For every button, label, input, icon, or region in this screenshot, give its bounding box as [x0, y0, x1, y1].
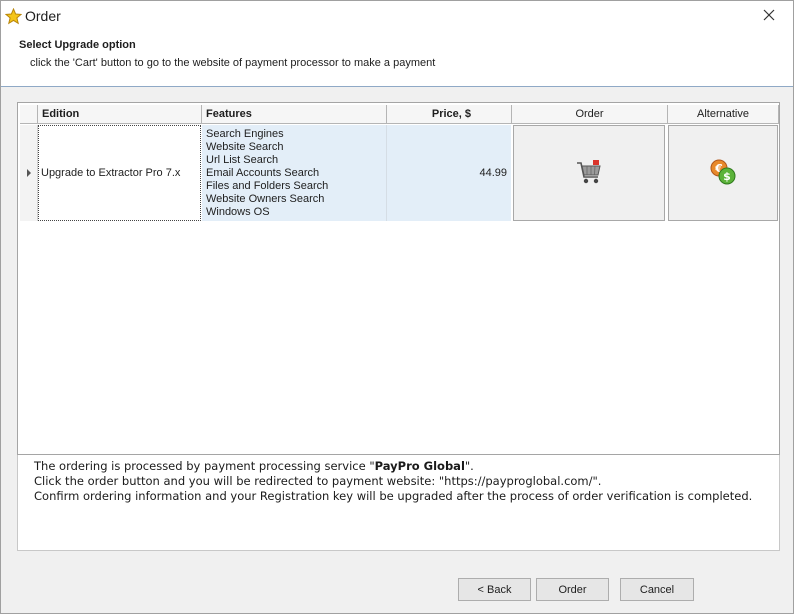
upgrade-grid[interactable]: Edition Features Price, $ Order Alternat…: [17, 102, 780, 455]
cancel-button[interactable]: Cancel: [620, 578, 694, 601]
back-button[interactable]: < Back: [458, 578, 531, 601]
order-button[interactable]: Order: [536, 578, 609, 601]
row-indicator-header: [20, 105, 38, 124]
cart-order-button[interactable]: [513, 125, 665, 221]
info-line-confirm: Confirm ordering information and your Re…: [34, 489, 753, 503]
order-dialog: Order Select Upgrade option click the 'C…: [0, 0, 794, 614]
column-header-edition[interactable]: Edition: [38, 105, 202, 124]
features-cell[interactable]: Search Engines Website Search Url List S…: [202, 125, 387, 221]
feature-item: Url List Search: [206, 154, 279, 166]
content-area: Edition Features Price, $ Order Alternat…: [1, 88, 793, 563]
feature-item: Files and Folders Search: [206, 180, 329, 192]
shopping-cart-icon[interactable]: [574, 157, 604, 190]
column-header-alternative[interactable]: Alternative: [668, 105, 779, 124]
feature-item: Website Owners Search: [206, 193, 325, 205]
close-button[interactable]: [749, 1, 789, 32]
column-header-price[interactable]: Price, $: [387, 105, 512, 124]
header-subtitle: click the 'Cart' button to go to the web…: [30, 57, 436, 69]
info-line-redirect: Click the order button and you will be r…: [34, 474, 602, 488]
currency-coins-icon[interactable]: € $: [708, 157, 738, 190]
close-icon[interactable]: [763, 9, 775, 24]
svg-text:$: $: [723, 170, 731, 183]
feature-item: Windows OS: [206, 206, 270, 218]
processor-name: PayPro Global: [374, 459, 465, 473]
column-header-order[interactable]: Order: [512, 105, 668, 124]
info-line-processor: The ordering is processed by payment pro…: [34, 459, 474, 473]
column-header-features[interactable]: Features: [202, 105, 387, 124]
feature-item: Search Engines: [206, 128, 284, 140]
edition-cell[interactable]: Upgrade to Extractor Pro 7.x: [38, 125, 201, 221]
info-panel: The ordering is processed by payment pro…: [17, 455, 780, 551]
feature-item: Email Accounts Search: [206, 167, 320, 179]
row-pointer-icon: [27, 169, 31, 177]
header-panel: Select Upgrade option click the 'Cart' b…: [1, 32, 793, 87]
price-cell[interactable]: 44.99: [387, 125, 511, 221]
feature-item: Website Search: [206, 141, 284, 153]
star-icon: [4, 7, 23, 25]
window-title: Order: [25, 8, 61, 24]
alternative-payment-button[interactable]: € $: [668, 125, 778, 221]
header-title: Select Upgrade option: [19, 39, 136, 51]
row-indicator[interactable]: [20, 125, 38, 221]
title-bar: Order: [1, 1, 793, 32]
